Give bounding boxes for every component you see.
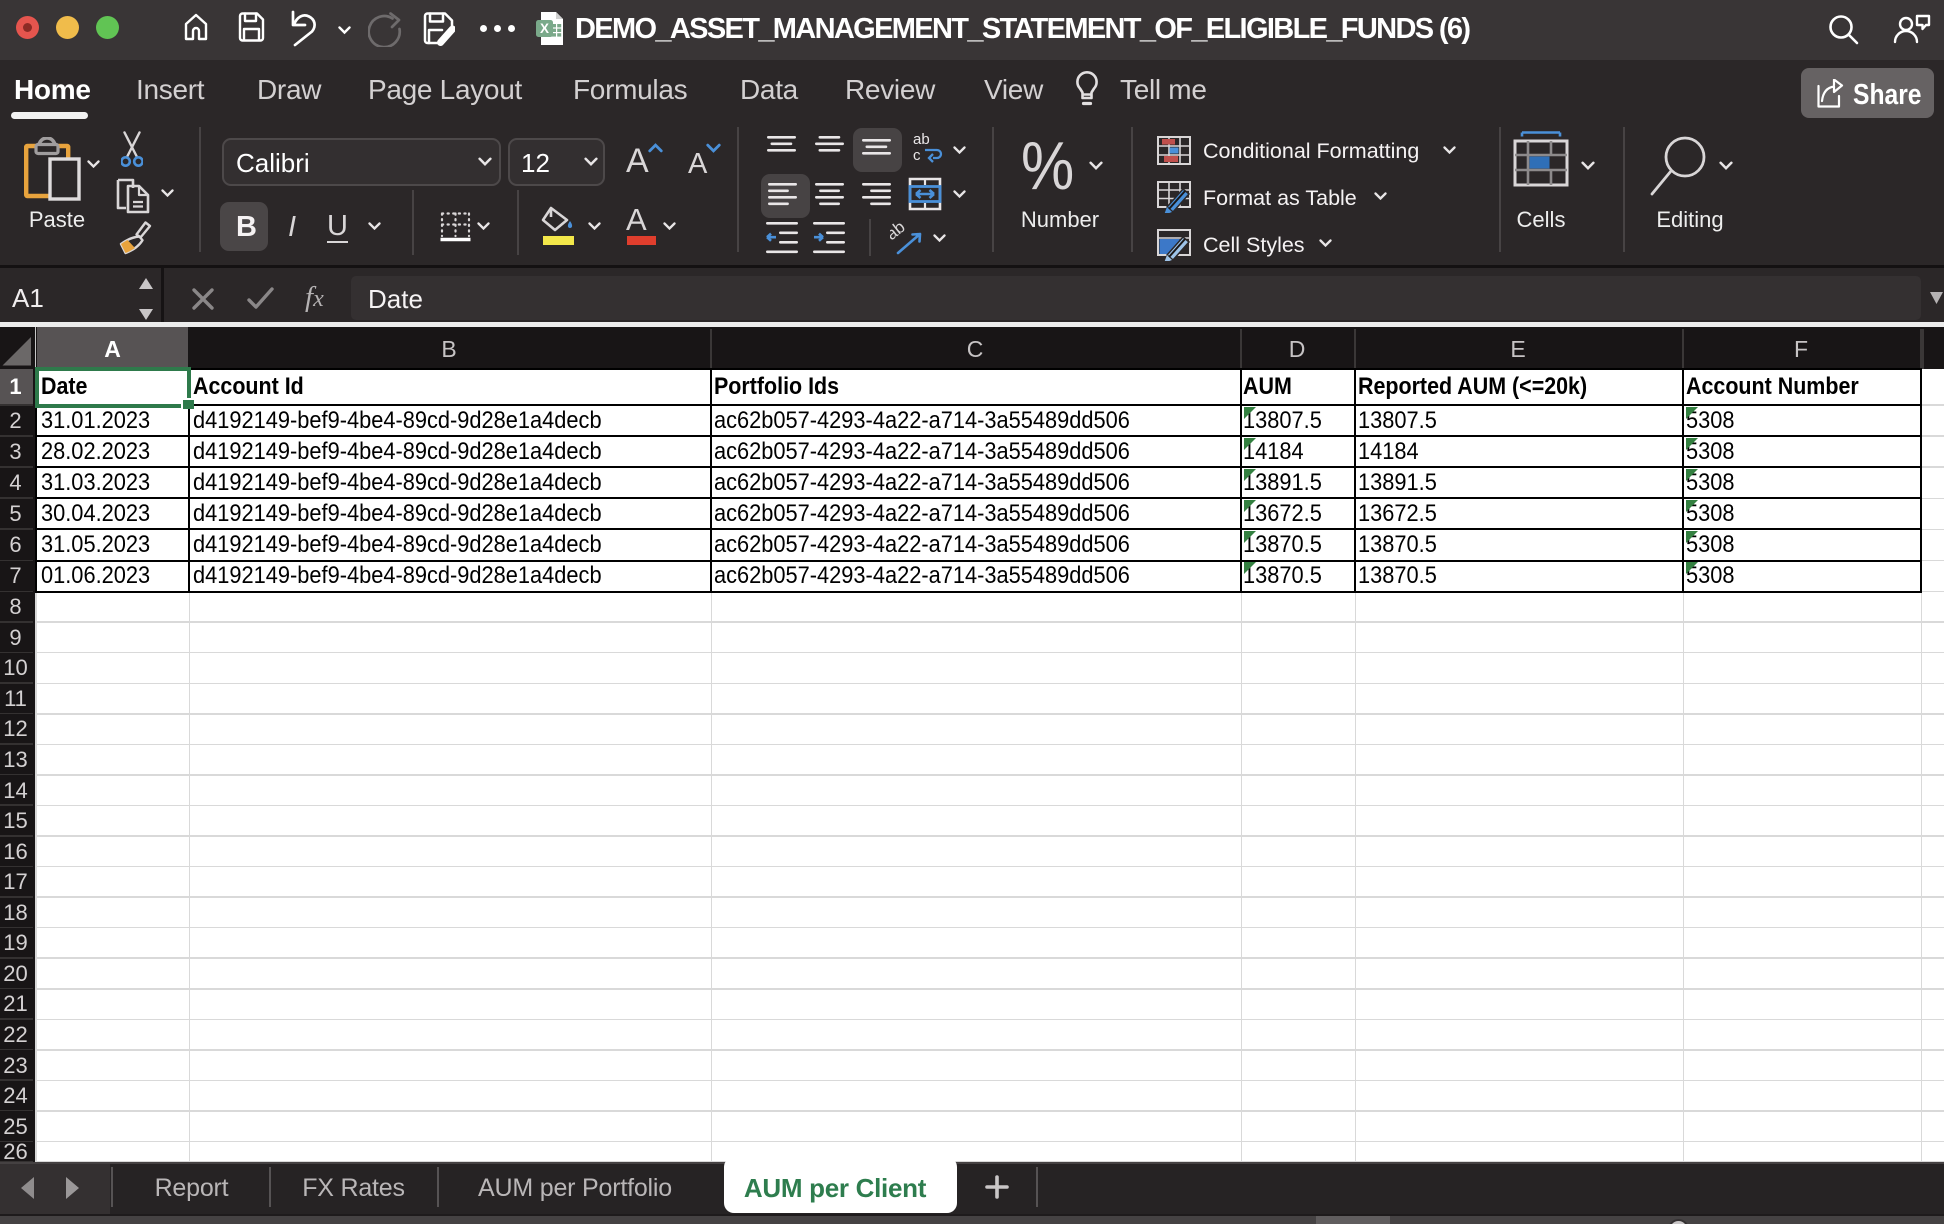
svg-text:X: X	[540, 21, 549, 36]
svg-text:c: c	[913, 147, 921, 164]
svg-text:ab: ab	[890, 221, 909, 244]
svg-text:ab: ab	[913, 132, 930, 148]
